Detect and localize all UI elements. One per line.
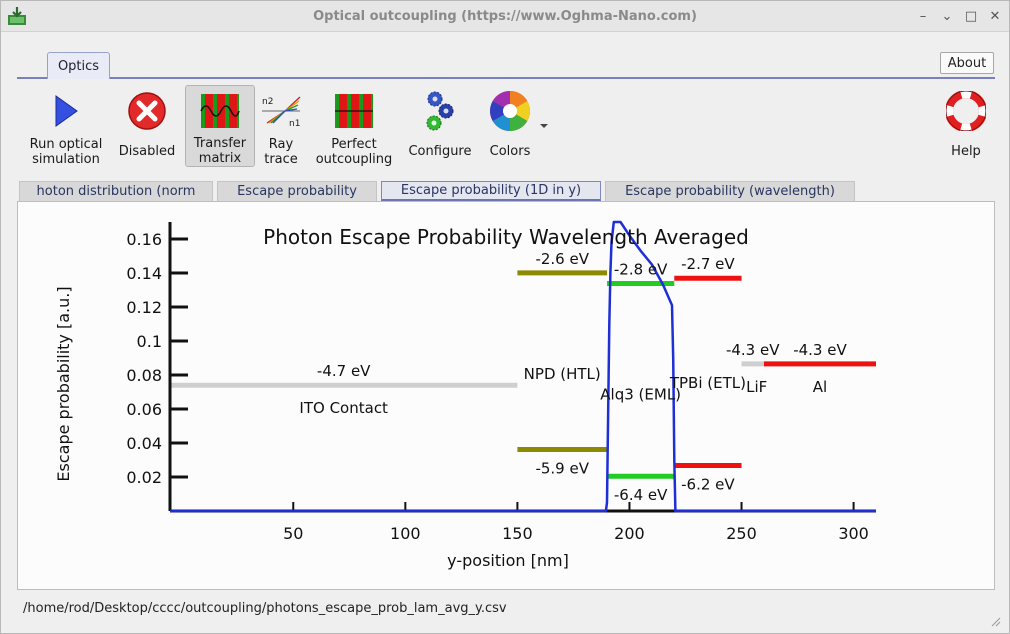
y-tick-label: 0.06 xyxy=(126,400,162,419)
band-ito-name: ITO Contact xyxy=(299,399,388,417)
transfer-matrix-icon xyxy=(200,94,240,128)
x-tick-label: 100 xyxy=(390,524,421,543)
help-button[interactable]: Help xyxy=(939,85,993,167)
x-tick-label: 200 xyxy=(614,524,645,543)
lifebuoy-help-icon xyxy=(946,91,986,131)
perfect-outcoupling-icon xyxy=(335,94,373,128)
run-optical-simulation-button[interactable]: Run optical simulation xyxy=(23,85,109,167)
ray-n2-label: n2 xyxy=(262,97,273,107)
disabled-x-icon xyxy=(128,92,166,130)
status-bar-path: /home/rod/Desktop/cccc/outcoupling/photo… xyxy=(23,601,507,616)
resize-grip-icon[interactable] xyxy=(989,615,1001,627)
band-npd-homo-label: -5.9 eV xyxy=(535,459,589,477)
ray-label: Ray trace xyxy=(264,137,298,167)
band-tpbi-homo-label: -6.2 eV xyxy=(681,476,735,494)
x-tick-label: 250 xyxy=(726,524,757,543)
app-window: Optical outcoupling (https://www.Oghma-N… xyxy=(0,0,1010,634)
x-axis-label: y-position [nm] xyxy=(447,551,569,570)
window-title: Optical outcoupling (https://www.Oghma-N… xyxy=(313,9,697,24)
configure-label: Configure xyxy=(408,144,472,159)
perfect-label: Perfect outcoupling xyxy=(315,137,393,167)
y-tick-label: 0.02 xyxy=(126,468,162,487)
band-alq3-homo-label: -6.4 eV xyxy=(614,486,668,504)
colors-label: Colors xyxy=(489,144,531,159)
title-bar: Optical outcoupling (https://www.Oghma-N… xyxy=(1,1,1009,32)
band-alq3-lumo-label: -2.8 eV xyxy=(614,261,668,279)
band-lif-lumo-label: -4.3 eV xyxy=(726,341,780,359)
tab-escape-probability-wavelength[interactable]: Escape probability (wavelength) xyxy=(605,181,855,201)
y-tick-label: 0.04 xyxy=(126,434,162,453)
play-icon xyxy=(55,95,78,127)
ray-trace-icon: n2 n1 xyxy=(262,96,301,129)
close-button[interactable]: ✕ xyxy=(987,7,1003,25)
disabled-button[interactable]: Disabled xyxy=(115,85,179,167)
y-tick-label: 0.1 xyxy=(137,332,162,351)
band-npd-name: NPD (HTL) xyxy=(524,365,601,383)
y-tick-label: 0.14 xyxy=(126,264,162,283)
x-tick-label: 150 xyxy=(502,524,533,543)
transfer-label: Transfer matrix xyxy=(193,136,247,166)
band-lif-name: LiF xyxy=(746,378,767,396)
y-tick-label: 0.12 xyxy=(126,298,162,317)
shade-button[interactable]: ⌄ xyxy=(939,7,955,25)
band-npd-lumo-label: -2.6 eV xyxy=(535,250,589,268)
ray-n1-label: n1 xyxy=(289,119,300,129)
ribbon-tab-bar: Optics xyxy=(17,51,995,79)
band-al-lumo-label: -4.3 eV xyxy=(793,341,847,359)
y-tick-label: 0.08 xyxy=(126,366,162,385)
chart-title: Photon Escape Probability Wavelength Ave… xyxy=(263,225,749,249)
y-tick-label: 0.16 xyxy=(126,230,162,249)
color-wheel-icon xyxy=(490,91,530,131)
band-ito-lumo-label: -4.7 eV xyxy=(317,362,371,380)
configure-button[interactable]: Configure xyxy=(405,85,475,167)
colors-button[interactable]: Colors xyxy=(483,85,537,167)
x-tick-label: 50 xyxy=(283,524,303,543)
about-button[interactable]: About xyxy=(940,52,994,74)
band-tpbi-name: TPBi (ETL) xyxy=(669,374,746,392)
gears-icon xyxy=(426,91,454,131)
band-al-name: Al xyxy=(813,378,827,396)
run-label: Run optical simulation xyxy=(29,137,103,167)
perfect-outcoupling-button[interactable]: Perfect outcoupling xyxy=(311,85,397,167)
ribbon-tab-optics[interactable]: Optics xyxy=(47,52,110,79)
escape-probability-chart[interactable]: 50 100 150 200 250 300 0.02 0.04 0.06 0.08 0.1 0.12… xyxy=(18,202,994,589)
transfer-matrix-button[interactable]: Transfer matrix xyxy=(185,85,255,167)
tab-escape-probability-1d[interactable]: Escape probability (1D in y) xyxy=(381,181,601,201)
help-label: Help xyxy=(951,144,981,159)
plot-panel: 50 100 150 200 250 300 0.02 0.04 0.06 0.08 0.1 0.12… xyxy=(17,201,995,590)
x-tick-label: 300 xyxy=(838,524,869,543)
disabled-label: Disabled xyxy=(118,144,176,159)
ray-trace-button[interactable]: n2 n1 Ray trace xyxy=(259,85,303,167)
minimize-button[interactable]: – xyxy=(915,7,931,25)
y-axis-label: Escape probability [a.u.] xyxy=(54,286,73,481)
tab-photon-distribution[interactable]: hoton distribution (norm xyxy=(19,181,213,201)
band-tpbi-lumo-label: -2.7 eV xyxy=(681,255,735,273)
tab-escape-probability[interactable]: Escape probability xyxy=(217,181,377,201)
maximize-button[interactable]: □ xyxy=(963,7,979,25)
colors-dropdown-arrow-icon[interactable] xyxy=(539,122,549,130)
